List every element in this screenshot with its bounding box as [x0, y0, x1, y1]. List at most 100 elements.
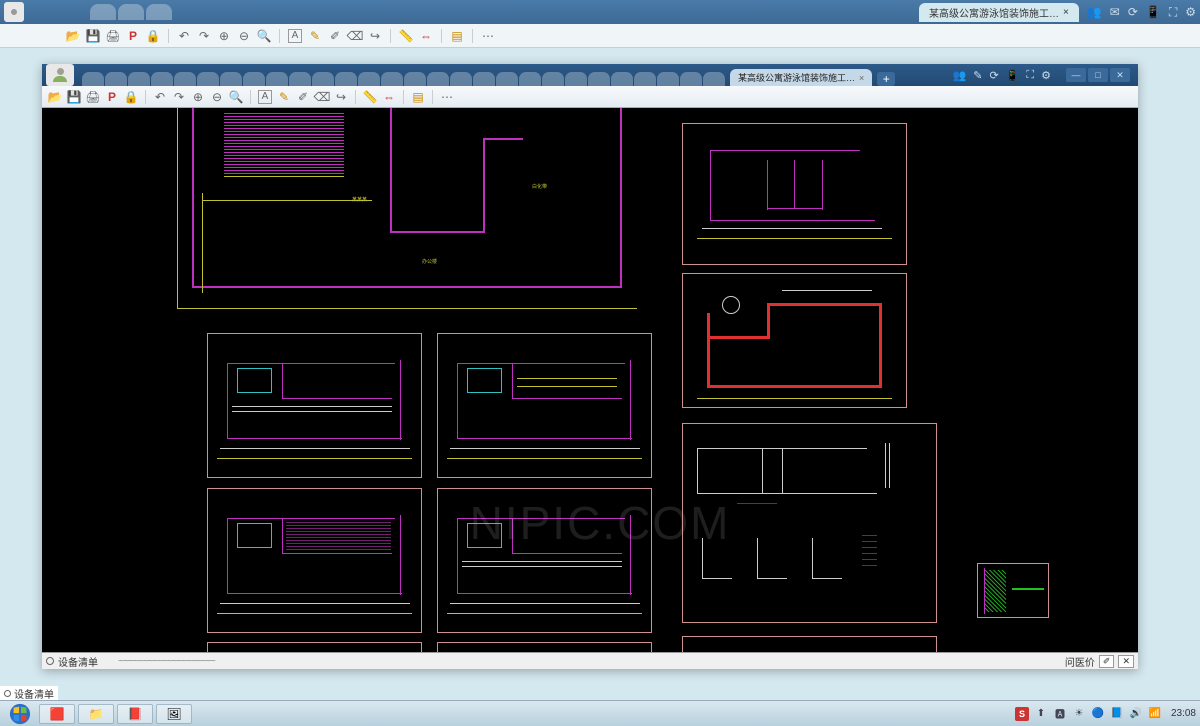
inner-tab-ghost[interactable]: [174, 72, 196, 86]
new-tab-button[interactable]: +: [877, 72, 895, 86]
ruler-icon[interactable]: 📏: [399, 29, 413, 43]
save-icon[interactable]: 💾: [67, 90, 81, 104]
zoom-out-icon[interactable]: ⊖: [210, 90, 224, 104]
status-right-label[interactable]: 问医价: [1065, 654, 1095, 669]
tray-icon[interactable]: 📘: [1110, 707, 1124, 721]
text-tool-icon[interactable]: A: [258, 90, 272, 104]
arrow-tool-icon[interactable]: ↪: [368, 29, 382, 43]
pdf-icon[interactable]: P: [126, 29, 140, 43]
mobile-icon[interactable]: 📱: [1146, 5, 1161, 20]
inner-tab-ghost[interactable]: [657, 72, 679, 86]
inner-tab-ghost[interactable]: [680, 72, 702, 86]
inner-tab-ghost[interactable]: [312, 72, 334, 86]
inner-tab-ghost[interactable]: [496, 72, 518, 86]
lock-icon[interactable]: 🔒: [146, 29, 160, 43]
inner-tab-ghost[interactable]: [243, 72, 265, 86]
inner-tab-ghost[interactable]: [381, 72, 403, 86]
inner-tab-ghost[interactable]: [128, 72, 150, 86]
outer-tab-ghost[interactable]: [118, 4, 144, 20]
open-icon[interactable]: 📂: [48, 90, 62, 104]
zoom-fit-icon[interactable]: 🔍: [257, 29, 271, 43]
outer-tab-ghost[interactable]: [146, 4, 172, 20]
text-tool-icon[interactable]: A: [288, 29, 302, 43]
taskbar-clock[interactable]: 23:08: [1171, 708, 1196, 719]
zoom-in-icon[interactable]: ⊕: [217, 29, 231, 43]
maximize-button[interactable]: □: [1088, 68, 1108, 82]
inner-tab-ghost[interactable]: [404, 72, 426, 86]
print-icon[interactable]: 🖨: [86, 90, 100, 104]
users-icon[interactable]: 👥: [1087, 5, 1102, 20]
refresh-icon[interactable]: ⟳: [990, 69, 999, 82]
tray-icon[interactable]: 🅰: [1053, 707, 1067, 721]
inner-tab-ghost[interactable]: [703, 72, 725, 86]
inner-tab-ghost[interactable]: [289, 72, 311, 86]
fullscreen-icon[interactable]: ⛶: [1169, 5, 1177, 20]
zoom-fit-icon[interactable]: 🔍: [229, 90, 243, 104]
tray-icon[interactable]: ⬆: [1034, 707, 1048, 721]
pen-tool-icon[interactable]: ✎: [277, 90, 291, 104]
zoom-in-icon[interactable]: ⊕: [191, 90, 205, 104]
lock-icon[interactable]: 🔒: [124, 90, 138, 104]
inner-tab-ghost[interactable]: [473, 72, 495, 86]
inner-tab-ghost[interactable]: [335, 72, 357, 86]
edit-tool-icon[interactable]: ✐: [328, 29, 342, 43]
print-icon[interactable]: 🖨: [106, 29, 120, 43]
inner-tab-ghost[interactable]: [266, 72, 288, 86]
inner-tab-ghost[interactable]: [151, 72, 173, 86]
arrow-tool-icon[interactable]: ↪: [334, 90, 348, 104]
taskbar-item[interactable]: 🟥: [39, 704, 75, 724]
inner-tab-ghost[interactable]: [519, 72, 541, 86]
inner-active-tab[interactable]: 某高级公寓游泳馆装饰施工… ×: [730, 69, 872, 86]
mobile-icon[interactable]: 📱: [1006, 69, 1020, 82]
taskbar-item[interactable]: 📁: [78, 704, 114, 724]
outer-active-tab[interactable]: 某高级公寓游泳馆装饰施工… ×: [919, 3, 1079, 22]
zoom-out-icon[interactable]: ⊖: [237, 29, 251, 43]
start-button[interactable]: [4, 703, 36, 725]
outer-status-text[interactable]: 设备清单: [14, 686, 54, 701]
dimension-icon[interactable]: ⇔: [419, 29, 433, 43]
redo-icon[interactable]: ↷: [172, 90, 186, 104]
more-icon[interactable]: ⋯: [481, 29, 495, 43]
outer-tab-ghost[interactable]: [90, 4, 116, 20]
outer-avatar[interactable]: [4, 2, 24, 22]
inner-tab-ghost[interactable]: [611, 72, 633, 86]
close-button[interactable]: ✕: [1110, 68, 1130, 82]
save-icon[interactable]: 💾: [86, 29, 100, 43]
edit-tool-icon[interactable]: ✐: [296, 90, 310, 104]
undo-icon[interactable]: ↶: [177, 29, 191, 43]
inner-tab-ghost[interactable]: [82, 72, 104, 86]
redo-icon[interactable]: ↷: [197, 29, 211, 43]
layer-icon[interactable]: ▤: [411, 90, 425, 104]
inner-tab-ghost[interactable]: [197, 72, 219, 86]
ruler-icon[interactable]: 📏: [363, 90, 377, 104]
tray-icon[interactable]: ☀: [1072, 707, 1086, 721]
taskbar-item[interactable]: 🖼: [156, 704, 192, 724]
inner-tab-ghost[interactable]: [450, 72, 472, 86]
open-icon[interactable]: 📂: [66, 29, 80, 43]
cad-canvas[interactable]: 某某某 办公楼 白化带: [42, 108, 1138, 652]
inner-tab-ghost[interactable]: [105, 72, 127, 86]
status-left-label[interactable]: 设备清单: [58, 654, 98, 669]
layer-icon[interactable]: ▤: [450, 29, 464, 43]
tray-icon[interactable]: S: [1015, 707, 1029, 721]
status-edit-button[interactable]: ✐: [1099, 655, 1115, 668]
inner-tab-ghost[interactable]: [427, 72, 449, 86]
settings-icon[interactable]: ⚙: [1185, 5, 1196, 20]
minimize-button[interactable]: —: [1066, 68, 1086, 82]
inner-avatar[interactable]: [46, 64, 74, 86]
refresh-icon[interactable]: ⟳: [1128, 5, 1138, 20]
inner-tab-ghost[interactable]: [588, 72, 610, 86]
erase-tool-icon[interactable]: ⌫: [315, 90, 329, 104]
inner-tab-ghost[interactable]: [358, 72, 380, 86]
settings-icon[interactable]: ⚙: [1041, 69, 1051, 82]
inner-tab-ghost[interactable]: [565, 72, 587, 86]
status-close-button[interactable]: ✕: [1118, 655, 1134, 668]
inner-tab-close[interactable]: ×: [859, 73, 864, 83]
undo-icon[interactable]: ↶: [153, 90, 167, 104]
mail-icon[interactable]: ✉: [1110, 5, 1120, 20]
users-icon[interactable]: 👥: [953, 69, 967, 82]
inner-tab-ghost[interactable]: [542, 72, 564, 86]
tray-icon[interactable]: 🔵: [1091, 707, 1105, 721]
pen-tool-icon[interactable]: ✎: [308, 29, 322, 43]
volume-icon[interactable]: 🔊: [1129, 707, 1143, 721]
